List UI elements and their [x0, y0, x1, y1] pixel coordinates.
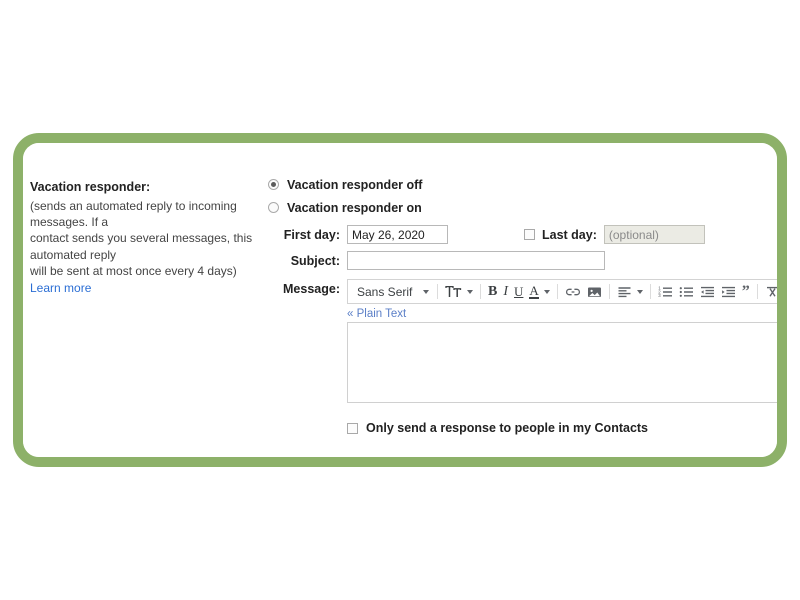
align-button[interactable]: [614, 281, 646, 302]
contacts-only-checkbox[interactable]: [347, 422, 358, 434]
font-family-value: Sans Serif: [357, 284, 413, 299]
link-icon: [565, 285, 581, 299]
insert-image-button[interactable]: [584, 281, 605, 302]
bulleted-list-icon: [679, 285, 694, 299]
message-body-textarea[interactable]: [347, 322, 777, 403]
indent-less-button[interactable]: [697, 281, 718, 302]
quote-button[interactable]: ”: [739, 281, 753, 302]
font-size-button[interactable]: [442, 281, 476, 302]
remove-formatting-button[interactable]: [762, 281, 777, 302]
toolbar-separator: [756, 284, 758, 299]
subject-row: Subject:: [268, 251, 777, 270]
align-left-icon: [617, 285, 632, 299]
quote-icon: ”: [741, 282, 750, 300]
last-day-checkbox[interactable]: [524, 229, 535, 240]
indent-less-icon: [700, 285, 715, 299]
radio-row-responder-off[interactable]: Vacation responder off: [268, 174, 777, 195]
italic-button[interactable]: I: [500, 281, 511, 302]
first-day-label: First day:: [283, 227, 340, 242]
text-color-icon: A: [529, 283, 539, 299]
indent-more-button[interactable]: [718, 281, 739, 302]
numbered-list-icon: 1 2 3: [658, 285, 673, 299]
image-icon: [587, 285, 602, 299]
toolbar-separator: [437, 284, 438, 299]
indent-more-icon: [721, 285, 736, 299]
subject-input[interactable]: [347, 251, 605, 270]
learn-more-link[interactable]: Learn more: [30, 281, 91, 295]
subject-label: Subject:: [290, 253, 340, 268]
first-day-row: First day: Last day:: [268, 225, 777, 244]
svg-text:3: 3: [658, 293, 661, 298]
message-label: Message:: [283, 282, 340, 296]
section-heading: Vacation responder:: [30, 180, 151, 194]
green-frame-border: Vacation responder: (sends an automated …: [13, 133, 787, 467]
settings-card: Vacation responder: (sends an automated …: [23, 143, 777, 457]
toolbar-separator: [608, 284, 610, 299]
formatting-toolbar: Sans Serif B I U A 1 2 3 ”: [347, 279, 777, 304]
bulleted-list-button[interactable]: [676, 281, 697, 302]
remove-formatting-icon: [765, 285, 777, 299]
plain-text-link[interactable]: « Plain Text: [347, 308, 406, 320]
description-line-3: will be sent at most once every 4 days): [30, 263, 237, 278]
underline-icon: U: [514, 283, 524, 299]
contacts-only-row[interactable]: Only send a response to people in my Con…: [347, 421, 777, 435]
font-size-icon: [445, 285, 462, 299]
bold-icon: B: [488, 283, 498, 299]
toolbar-separator: [649, 284, 651, 299]
message-row: Message: Sans Serif B I U A 1 2 3 ” « Pl…: [268, 279, 777, 435]
chevron-down-icon: [467, 289, 473, 294]
toolbar-separator: [480, 284, 481, 299]
radio-responder-off-label[interactable]: Vacation responder off: [287, 178, 422, 192]
last-day-label: Last day:: [542, 227, 597, 242]
chevron-down-icon: [423, 289, 429, 294]
vacation-responder-form: Vacation responder off Vacation responde…: [268, 174, 777, 435]
chevron-down-icon: [543, 289, 550, 294]
last-day-input[interactable]: [603, 225, 705, 244]
message-editor: Sans Serif B I U A 1 2 3 ” « Plain Text …: [347, 279, 777, 435]
bold-button[interactable]: B: [485, 281, 500, 302]
first-day-input[interactable]: [347, 225, 448, 244]
italic-icon: I: [503, 283, 509, 299]
radio-responder-on[interactable]: [268, 202, 279, 213]
numbered-list-button[interactable]: 1 2 3: [655, 281, 676, 302]
text-color-button[interactable]: A: [526, 281, 552, 302]
description-line-2: contact sends you several messages, this…: [30, 231, 253, 262]
insert-link-button[interactable]: [562, 281, 584, 302]
toolbar-separator: [556, 284, 558, 299]
contacts-only-label[interactable]: Only send a response to people in my Con…: [366, 421, 648, 435]
description-line-1: (sends an automated reply to incoming me…: [30, 199, 237, 230]
radio-responder-off[interactable]: [268, 179, 279, 190]
radio-row-responder-on[interactable]: Vacation responder on: [268, 197, 777, 218]
last-day-group: Last day:: [524, 225, 705, 244]
font-family-select[interactable]: Sans Serif: [351, 281, 433, 302]
radio-responder-on-label[interactable]: Vacation responder on: [287, 201, 422, 215]
screen-root: Vacation responder: (sends an automated …: [0, 0, 800, 600]
vacation-responder-description-panel: Vacation responder: (sends an automated …: [30, 179, 278, 297]
underline-button[interactable]: U: [511, 281, 526, 302]
chevron-down-icon: [636, 289, 643, 294]
